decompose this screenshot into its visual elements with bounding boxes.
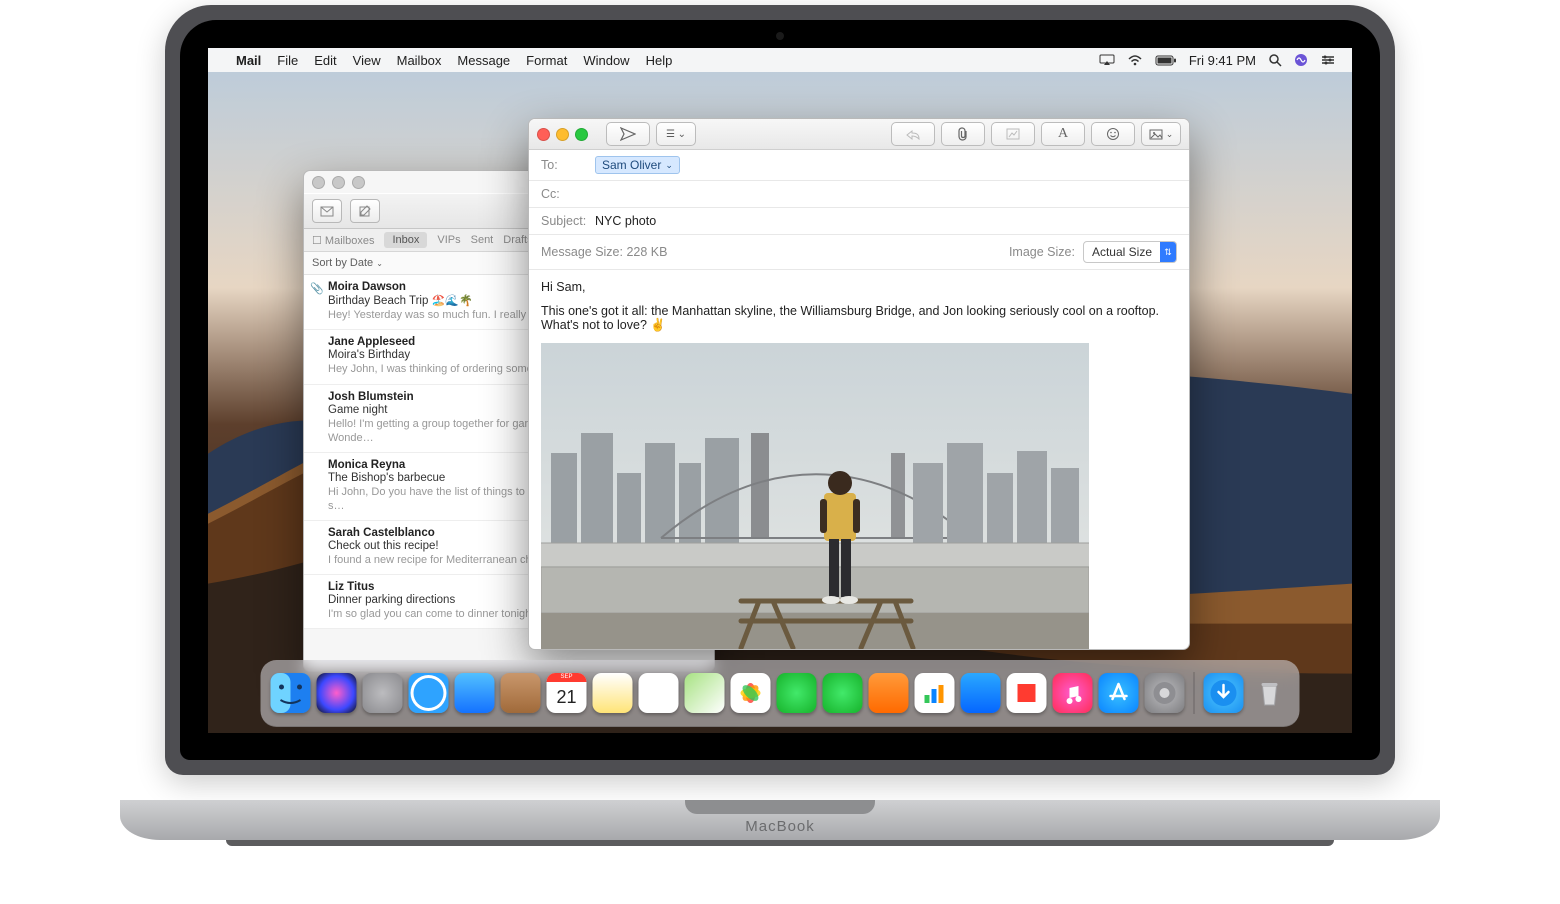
dock-app-mail[interactable] — [455, 673, 495, 713]
menu-bar: Mail File Edit View Mailbox Message Form… — [208, 48, 1352, 72]
menu-message[interactable]: Message — [449, 53, 518, 68]
compose-window: ☰ ⌄ A ⌄ To: Sam Oliver⌄ Cc: Sub — [528, 118, 1190, 650]
peace-emoji-icon: ✌️ — [650, 318, 666, 333]
battery-icon[interactable] — [1149, 55, 1183, 66]
minimize-button[interactable] — [332, 176, 345, 189]
dock: SEP21 — [261, 660, 1300, 727]
airplay-icon[interactable] — [1093, 54, 1121, 66]
menu-mailbox[interactable]: Mailbox — [389, 53, 450, 68]
menu-file[interactable]: File — [269, 53, 306, 68]
image-size-select[interactable]: Actual Size ⇅ — [1083, 241, 1177, 263]
subject-value[interactable]: NYC photo — [595, 214, 656, 228]
minimize-button[interactable] — [556, 128, 569, 141]
dock-app-contacts[interactable] — [501, 673, 541, 713]
cc-field-row[interactable]: Cc: — [529, 181, 1189, 208]
clock[interactable]: Fri 9:41 PM — [1183, 53, 1262, 68]
message-size-value: 228 KB — [626, 245, 667, 259]
dock-app-reminders[interactable] — [639, 673, 679, 713]
subject-label: Subject: — [541, 214, 595, 228]
close-button[interactable] — [312, 176, 325, 189]
message-size-label: Message Size: — [541, 245, 626, 259]
markup-button[interactable] — [991, 122, 1035, 146]
dock-app-settings[interactable] — [1145, 673, 1185, 713]
close-button[interactable] — [537, 128, 550, 141]
laptop-brand-label: MacBook — [745, 818, 815, 835]
emoji-button[interactable] — [1091, 122, 1135, 146]
control-center-icon[interactable] — [1314, 54, 1342, 66]
filter-sent[interactable]: Sent — [471, 234, 494, 246]
attachment-icon: 📎 — [310, 282, 324, 295]
attached-photo[interactable] — [541, 343, 1089, 650]
image-size-label: Image Size: — [1009, 245, 1075, 259]
dock-app-facetime[interactable] — [823, 673, 863, 713]
siri-icon[interactable] — [1288, 53, 1314, 67]
reply-button[interactable] — [891, 122, 935, 146]
spotlight-icon[interactable] — [1262, 53, 1288, 67]
laptop-base: MacBook — [120, 800, 1440, 870]
dock-app-appstore[interactable] — [1099, 673, 1139, 713]
dock-app-calendar[interactable]: SEP21 — [547, 673, 587, 713]
header-fields-button[interactable]: ☰ ⌄ — [656, 122, 696, 146]
dock-separator — [1194, 672, 1195, 714]
dock-app-pages[interactable] — [869, 673, 909, 713]
dock-app-news[interactable] — [1007, 673, 1047, 713]
dock-app-downloads[interactable] — [1204, 673, 1244, 713]
recipient-token[interactable]: Sam Oliver⌄ — [595, 156, 680, 174]
send-button[interactable] — [606, 122, 650, 146]
menu-view[interactable]: View — [345, 53, 389, 68]
to-label: To: — [541, 158, 595, 172]
dock-app-photos[interactable] — [731, 673, 771, 713]
zoom-button[interactable] — [575, 128, 588, 141]
body-greeting: Hi Sam, — [541, 280, 1177, 294]
compose-toolbar: ☰ ⌄ A ⌄ — [529, 119, 1189, 150]
dock-app-siri[interactable] — [317, 673, 357, 713]
filter-vips[interactable]: VIPs — [437, 234, 460, 246]
format-button[interactable]: A — [1041, 122, 1085, 146]
sort-button[interactable]: Sort by Date ⌄ — [312, 257, 383, 269]
show-mailboxes-button[interactable]: ☐ Mailboxes — [312, 234, 374, 247]
dock-app-maps[interactable] — [685, 673, 725, 713]
app-menu[interactable]: Mail — [228, 53, 269, 68]
body-paragraph: This one's got it all: the Manhattan sky… — [541, 304, 1177, 333]
dock-app-notes[interactable] — [593, 673, 633, 713]
dock-app-finder[interactable] — [271, 673, 311, 713]
photo-browser-button[interactable]: ⌄ — [1141, 122, 1181, 146]
dock-app-launchpad[interactable] — [363, 673, 403, 713]
dock-app-messages[interactable] — [777, 673, 817, 713]
dock-app-trash[interactable] — [1250, 673, 1290, 713]
menu-edit[interactable]: Edit — [306, 53, 344, 68]
dock-app-itunes[interactable] — [1053, 673, 1093, 713]
zoom-button[interactable] — [352, 176, 365, 189]
attach-button[interactable] — [941, 122, 985, 146]
dock-app-safari[interactable] — [409, 673, 449, 713]
menu-window[interactable]: Window — [575, 53, 637, 68]
dock-app-keynote[interactable] — [961, 673, 1001, 713]
camera-dot — [776, 32, 784, 40]
cc-label: Cc: — [541, 187, 595, 201]
get-mail-button[interactable] — [312, 199, 342, 223]
dock-app-numbers[interactable] — [915, 673, 955, 713]
message-body[interactable]: Hi Sam, This one's got it all: the Manha… — [529, 270, 1189, 650]
menu-help[interactable]: Help — [638, 53, 681, 68]
size-row: Message Size: 228 KB Image Size: Actual … — [529, 235, 1189, 270]
subject-field-row[interactable]: Subject: NYC photo — [529, 208, 1189, 235]
menu-format[interactable]: Format — [518, 53, 575, 68]
compose-button[interactable] — [350, 199, 380, 223]
filter-inbox[interactable]: Inbox — [384, 232, 427, 248]
to-field-row: To: Sam Oliver⌄ — [529, 150, 1189, 181]
wifi-icon[interactable] — [1121, 54, 1149, 66]
